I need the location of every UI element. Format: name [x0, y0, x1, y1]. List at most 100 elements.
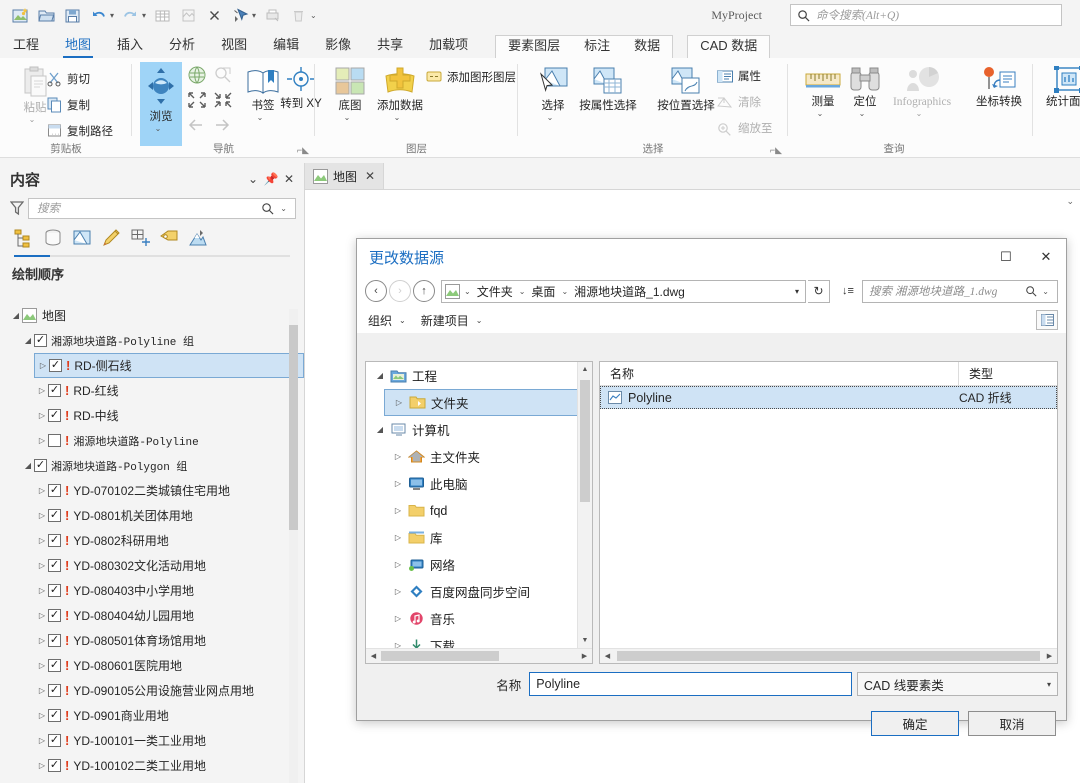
visibility-checkbox[interactable]: ✓	[34, 334, 47, 347]
new-item-menu[interactable]: 新建项目	[418, 312, 472, 329]
visibility-checkbox[interactable]: ✓	[49, 359, 62, 372]
scroll-thumb[interactable]	[580, 380, 590, 502]
expander-icon[interactable]: ◢	[22, 461, 34, 470]
visibility-checkbox[interactable]: ✓	[48, 409, 61, 422]
view-details-icon[interactable]	[1036, 310, 1058, 330]
copy-button[interactable]: 复制	[46, 96, 90, 113]
close-icon[interactable]: ✕	[280, 170, 298, 188]
search-icon[interactable]	[1025, 285, 1037, 297]
back-button[interactable]: ‹	[365, 280, 387, 302]
fixed-zoom-in-icon[interactable]	[186, 90, 208, 110]
organize-caret-icon[interactable]: ⌄	[399, 316, 406, 325]
tree-row-yd-0802[interactable]: ▷ ✓ ! YD-0802科研用地	[0, 528, 304, 553]
scroll-thumb[interactable]	[617, 651, 1040, 661]
dialog-tree-row-this-pc[interactable]: ▷ 此电脑	[384, 470, 592, 497]
breadcrumb-dropdown-caret-icon[interactable]: ▾	[795, 287, 803, 296]
file-type-select[interactable]: CAD 线要素类 ▾	[856, 672, 1058, 696]
expander-icon[interactable]: ▷	[36, 686, 48, 695]
up-button[interactable]: ↑	[413, 280, 435, 302]
visibility-checkbox[interactable]: ✓	[48, 534, 61, 547]
expander-icon[interactable]: ▷	[390, 506, 406, 515]
expander-icon[interactable]: ▷	[36, 561, 48, 570]
expander-icon[interactable]: ▷	[36, 386, 48, 395]
undo-icon[interactable]	[86, 3, 110, 27]
expander-icon[interactable]: ▷	[36, 636, 48, 645]
paste-dropdown-caret-icon[interactable]: ⌄	[29, 115, 36, 124]
search-icon[interactable]	[261, 202, 274, 215]
forward-button[interactable]: ›	[389, 280, 411, 302]
tree-row-rd-zhongxian[interactable]: ▷ ✓ ! RD-中线	[0, 403, 304, 428]
expander-icon[interactable]: ◢	[372, 371, 388, 380]
tree-row-yd-100101[interactable]: ▷ ✓ ! YD-100101一类工业用地	[0, 728, 304, 753]
undo-dropdown-caret-icon[interactable]: ▾	[110, 11, 114, 20]
tree-row-rd-cehsixian[interactable]: ▷ ✓ ! RD-侧石线	[34, 353, 304, 378]
measure-dropdown-caret-icon[interactable]: ⌄	[817, 109, 824, 118]
broken-source-warning-icon[interactable]: !	[65, 658, 69, 673]
refresh-icon[interactable]: ↻	[808, 279, 830, 303]
broken-source-warning-icon[interactable]: !	[65, 483, 69, 498]
breadcrumb-caret-icon[interactable]: ⌄	[559, 287, 570, 296]
map-tab[interactable]: 地图 ✕	[305, 163, 385, 189]
map-collapse-chevron-icon[interactable]: ⌄	[1066, 196, 1074, 207]
bookmarks-dropdown-caret-icon[interactable]: ⌄	[257, 113, 264, 122]
visibility-checkbox[interactable]: ✓	[48, 559, 61, 572]
list-by-drawing-order-icon[interactable]	[14, 228, 34, 248]
scroll-down-arrow[interactable]: ▼	[578, 633, 592, 648]
toc-scrollbar-thumb[interactable]	[289, 325, 298, 530]
tab-要素图层[interactable]: 要素图层	[496, 32, 572, 58]
add-data-dropdown-caret-icon[interactable]: ⌄	[394, 113, 401, 122]
ok-button[interactable]: 确定	[871, 711, 959, 736]
explore-dropdown-caret-icon[interactable]: ⌄	[155, 124, 162, 133]
expander-icon[interactable]: ▷	[36, 436, 48, 445]
close-icon[interactable]: ✕	[1026, 242, 1066, 272]
cut-button[interactable]: 剪切	[46, 70, 90, 87]
dialog-tree-row-baidu-netdisk[interactable]: ▷ 百度网盘同步空间	[384, 578, 592, 605]
filter-icon[interactable]	[6, 200, 28, 216]
visibility-checkbox[interactable]: ✓	[48, 584, 61, 597]
expander-icon[interactable]: ▷	[390, 533, 406, 542]
dialog-tree-row-network[interactable]: ▷ 网络	[384, 551, 592, 578]
tab-共享[interactable]: 共享	[364, 30, 416, 58]
tab-视图[interactable]: 视图	[208, 30, 260, 58]
open-project-icon[interactable]	[34, 3, 58, 27]
list-item-polyline[interactable]: Polyline CAD 折线	[600, 386, 1057, 409]
expander-icon[interactable]: ▷	[390, 452, 406, 461]
contents-search-input[interactable]: 搜索 ⌄	[28, 197, 296, 219]
tree-row-map[interactable]: ◢ 地图	[0, 303, 304, 328]
expander-icon[interactable]: ▷	[36, 411, 48, 420]
tab-标注[interactable]: 标注	[572, 32, 622, 58]
visibility-checkbox[interactable]: ✓	[48, 509, 61, 522]
select-dropdown-caret-icon[interactable]: ⌄	[547, 113, 554, 122]
visibility-checkbox[interactable]: ✓	[48, 684, 61, 697]
organize-menu[interactable]: 组织	[365, 312, 395, 329]
tab-影像[interactable]: 影像	[312, 30, 364, 58]
breadcrumb-item-2[interactable]: 湘源地块道路_1.dwg	[570, 283, 689, 300]
breadcrumb-item-0[interactable]: 文件夹	[473, 283, 517, 300]
search-options-caret-icon[interactable]: ⌄	[280, 204, 287, 213]
tab-编辑[interactable]: 编辑	[260, 30, 312, 58]
visibility-checkbox[interactable]	[48, 434, 61, 447]
tree-row-polyline-group[interactable]: ◢ ✓ 湘源地块道路-Polyline 组	[0, 328, 304, 353]
tab-cad-数据[interactable]: CAD 数据	[688, 32, 769, 58]
broken-source-warning-icon[interactable]: !	[65, 708, 69, 723]
broken-source-warning-icon[interactable]: !	[65, 583, 69, 598]
breadcrumb-item-1[interactable]: 桌面	[527, 283, 559, 300]
redo-icon[interactable]	[118, 3, 142, 27]
tab-加载项[interactable]: 加载项	[416, 30, 481, 58]
explore-button[interactable]: 浏览 ⌄	[140, 62, 182, 146]
tree-horizontal-scrollbar[interactable]: ◀ ▶	[366, 648, 592, 663]
scroll-right-arrow[interactable]: ▶	[577, 652, 592, 660]
broken-source-warning-icon[interactable]: !	[65, 758, 69, 773]
broken-source-warning-icon[interactable]: !	[65, 408, 69, 423]
dialog-tree-row-folders[interactable]: ▷ 文件夹	[384, 389, 592, 416]
visibility-checkbox[interactable]: ✓	[34, 459, 47, 472]
dialog-tree-row-project[interactable]: ◢ 工程	[366, 362, 592, 389]
infographics-dropdown-caret-icon[interactable]: ⌄	[916, 109, 923, 118]
broken-source-warning-icon[interactable]: !	[65, 433, 69, 448]
menu-chevron-icon[interactable]: ⌄	[244, 170, 262, 188]
name-input[interactable]: Polyline	[529, 672, 852, 696]
expander-icon[interactable]: ▷	[390, 560, 406, 569]
expander-icon[interactable]: ▷	[36, 761, 48, 770]
tree-row-yd-080601[interactable]: ▷ ✓ ! YD-080601医院用地	[0, 653, 304, 678]
tree-row-yd-0801[interactable]: ▷ ✓ ! YD-0801机关团体用地	[0, 503, 304, 528]
